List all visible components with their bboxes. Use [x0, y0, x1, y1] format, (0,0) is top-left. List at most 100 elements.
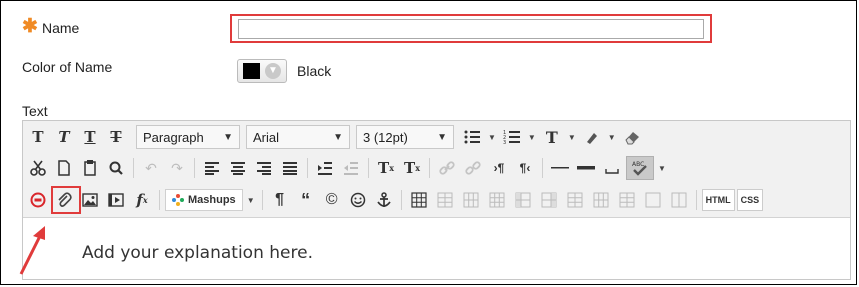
dropdown-arrow-icon[interactable]: ▼	[608, 133, 616, 142]
anchor-icon[interactable]	[372, 188, 396, 212]
select-arrow-icon: ▼	[437, 131, 447, 143]
toolbar-divider	[695, 190, 697, 210]
insert-image-icon[interactable]	[78, 188, 102, 212]
dropdown-arrow-icon[interactable]: ▼	[528, 133, 536, 142]
text-color-icon[interactable]: T	[540, 125, 564, 149]
color-of-name-label: Color of Name	[22, 59, 113, 75]
toolbar-divider	[400, 190, 402, 210]
find-icon[interactable]	[104, 156, 128, 180]
dropdown-arrow-icon[interactable]: ▼	[488, 133, 496, 142]
text-editor: T T T T Paragraph ▼ Arial ▼ 3 (12pt) ▼ ▼ 12…	[22, 120, 851, 280]
toolbar-divider	[429, 158, 430, 178]
toolbar-row-1: T T T T Paragraph ▼ Arial ▼ 3 (12pt) ▼ ▼ 12…	[26, 123, 646, 151]
align-justify-icon[interactable]	[278, 156, 302, 180]
font-size-value: 3 (12pt)	[363, 129, 408, 145]
font-size-select[interactable]: 3 (12pt) ▼	[356, 125, 454, 149]
editor-content-text: Add your explanation here.	[82, 243, 313, 263]
toolbar-divider	[133, 158, 134, 178]
eraser-icon[interactable]	[620, 125, 644, 149]
rtl-paragraph-icon[interactable]: ¶‹	[513, 156, 537, 180]
copy-icon[interactable]	[52, 156, 76, 180]
paragraph-format-value: Paragraph	[143, 129, 204, 145]
color-swatch	[243, 63, 260, 79]
outdent-icon[interactable]	[339, 156, 363, 180]
superscript-icon[interactable]: Tx	[374, 156, 398, 180]
font-family-value: Arial	[253, 129, 280, 145]
math-formula-icon[interactable]: fx	[130, 188, 154, 212]
mashups-dropdown[interactable]: Mashups	[165, 189, 243, 211]
dropdown-arrow-icon[interactable]: ▼	[658, 164, 666, 173]
table-delete-col-icon[interactable]	[563, 188, 587, 212]
align-center-icon[interactable]	[226, 156, 250, 180]
table-row-after-icon[interactable]	[459, 188, 483, 212]
bullet-list-icon[interactable]	[460, 125, 484, 149]
dropdown-arrow-icon[interactable]: ▼	[247, 196, 255, 205]
unlink-icon[interactable]	[461, 156, 485, 180]
underline-icon[interactable]: T	[78, 125, 102, 149]
undo-icon[interactable]: ↶	[139, 156, 163, 180]
ltr-paragraph-icon[interactable]: ›¶	[487, 156, 511, 180]
table-delete-row-icon[interactable]	[485, 188, 509, 212]
mashups-label: Mashups	[188, 194, 236, 206]
name-label: Name	[42, 20, 80, 36]
toolbar-divider	[307, 158, 308, 178]
nonbreaking-space-icon[interactable]	[600, 156, 624, 180]
required-star-icon: ✱	[22, 16, 38, 37]
blockquote-icon[interactable]: “	[294, 188, 318, 212]
table-row-props-icon[interactable]	[667, 188, 691, 212]
emoticon-icon[interactable]	[346, 188, 370, 212]
record-media-icon[interactable]	[26, 188, 50, 212]
link-icon[interactable]	[435, 156, 459, 180]
align-left-icon[interactable]	[200, 156, 224, 180]
chevron-down-icon: ▼	[265, 63, 281, 79]
table-merge-cells-icon[interactable]	[615, 188, 639, 212]
toolbar-divider	[368, 158, 369, 178]
strikethrough-icon[interactable]: T	[104, 125, 128, 149]
annotation-arrow-icon	[19, 226, 45, 275]
toolbar-divider	[159, 190, 160, 210]
toolbar-row-2: ↶ ↷ Tx Tx ›¶ ¶‹ ABC ▼	[26, 154, 670, 182]
paragraph-format-select[interactable]: Paragraph ▼	[136, 125, 240, 149]
text-label: Text	[22, 103, 48, 119]
toolbar-divider	[261, 190, 263, 210]
numbered-list-icon[interactable]: 123	[500, 125, 524, 149]
name-input[interactable]	[238, 19, 704, 39]
horizontal-rule-icon[interactable]	[548, 156, 572, 180]
css-editor-button[interactable]: CSS	[736, 189, 764, 211]
paste-icon[interactable]	[78, 156, 102, 180]
table-col-after-icon[interactable]	[537, 188, 561, 212]
subscript-icon[interactable]: Tx	[400, 156, 424, 180]
toolbar-divider	[542, 158, 543, 178]
svg-text:ABC: ABC	[632, 161, 644, 168]
highlight-pen-icon[interactable]	[580, 125, 604, 149]
toolbar-row-3: fx Mashups ▼ ¶ “ © HTML CSS	[26, 186, 765, 214]
paragraph-mark-icon[interactable]: ¶	[268, 188, 292, 212]
toolbar-divider	[194, 158, 195, 178]
font-family-select[interactable]: Arial ▼	[246, 125, 350, 149]
table-row-before-icon[interactable]	[433, 188, 457, 212]
select-arrow-icon: ▼	[333, 131, 343, 143]
redo-icon[interactable]: ↷	[165, 156, 189, 180]
cut-icon[interactable]	[26, 156, 50, 180]
spellcheck-icon[interactable]: ABC	[626, 156, 654, 180]
color-picker-button[interactable]: ▼	[237, 59, 287, 83]
indent-icon[interactable]	[313, 156, 337, 180]
italic-icon[interactable]: T	[52, 125, 76, 149]
copyright-icon[interactable]: ©	[320, 188, 344, 212]
select-arrow-icon: ▼	[223, 131, 233, 143]
editor-toolbar: T T T T Paragraph ▼ Arial ▼ 3 (12pt) ▼ ▼ 12…	[23, 121, 850, 218]
insert-table-icon[interactable]	[407, 188, 431, 212]
editor-content-area[interactable]: Add your explanation here.	[23, 218, 850, 279]
insert-video-icon[interactable]	[104, 188, 128, 212]
thick-rule-icon[interactable]	[574, 156, 598, 180]
attach-file-icon[interactable]	[52, 188, 76, 212]
table-col-before-icon[interactable]	[511, 188, 535, 212]
dropdown-arrow-icon[interactable]: ▼	[568, 133, 576, 142]
table-cell-props-icon[interactable]	[641, 188, 665, 212]
color-value: Black	[297, 63, 332, 79]
html-source-button[interactable]: HTML	[701, 189, 735, 211]
bold-icon[interactable]: T	[26, 125, 50, 149]
align-right-icon[interactable]	[252, 156, 276, 180]
table-split-cells-icon[interactable]	[589, 188, 613, 212]
svg-text:3: 3	[503, 140, 506, 145]
